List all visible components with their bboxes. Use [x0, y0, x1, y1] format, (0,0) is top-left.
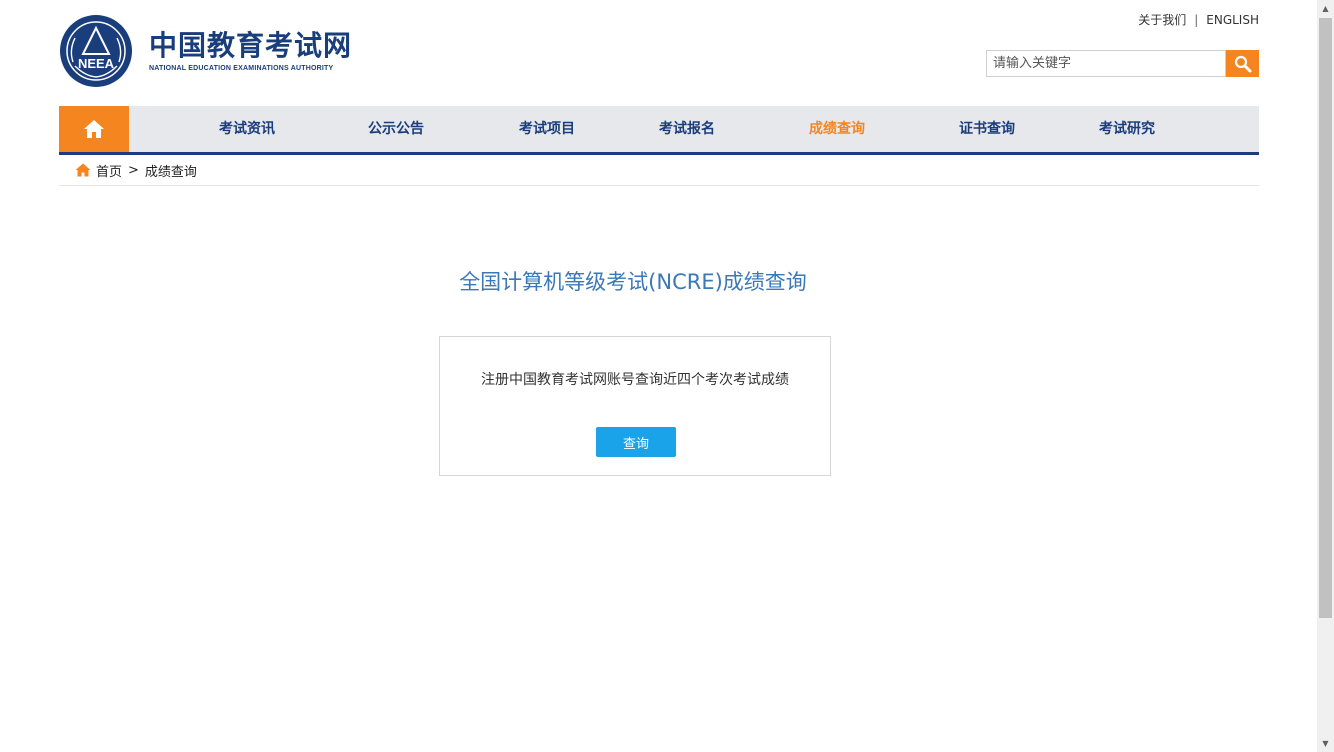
- search-input[interactable]: [986, 50, 1227, 77]
- vertical-scrollbar[interactable]: ▲ ▼: [1317, 0, 1334, 752]
- breadcrumb: 首页 > 成绩查询: [59, 155, 1259, 186]
- nav-item-exam-news[interactable]: 考试资讯: [219, 106, 275, 152]
- link-separator: |: [1194, 12, 1199, 27]
- nav-item-registration[interactable]: 考试报名: [659, 106, 715, 152]
- top-links: 关于我们 | ENGLISH: [1138, 11, 1259, 28]
- neea-emblem-icon: NEEA: [60, 15, 132, 87]
- site-logo[interactable]: NEEA 中国教育考试网 NATIONAL EDUCATION EXAMINAT…: [59, 14, 352, 88]
- nav-item-announcements[interactable]: 公示公告: [368, 106, 424, 152]
- about-us-link[interactable]: 关于我们: [1138, 11, 1186, 28]
- nav-item-exam-research[interactable]: 考试研究: [1099, 106, 1155, 152]
- home-icon: [84, 120, 104, 138]
- scroll-up-arrow-icon[interactable]: ▲: [1317, 0, 1334, 17]
- scroll-down-arrow-icon[interactable]: ▼: [1317, 735, 1334, 752]
- english-link[interactable]: ENGLISH: [1206, 13, 1259, 27]
- page-title: 全国计算机等级考试(NCRE)成绩查询: [459, 270, 807, 294]
- search-bar: [986, 50, 1259, 77]
- logo-title: 中国教育考试网: [149, 29, 353, 62]
- logo-subtitle: NATIONAL EDUCATION EXAMINATIONS AUTHORIT…: [149, 65, 334, 72]
- nav-item-certificate-query[interactable]: 证书查询: [959, 106, 1015, 152]
- nav-home-button[interactable]: [59, 106, 129, 152]
- breadcrumb-current: 成绩查询: [144, 164, 197, 180]
- breadcrumb-home-link[interactable]: 首页: [96, 161, 122, 180]
- emblem-text: NEEA: [78, 56, 115, 71]
- query-button[interactable]: 查询: [596, 427, 676, 457]
- breadcrumb-home-icon: [75, 163, 91, 177]
- nav-item-exam-projects[interactable]: 考试项目: [519, 106, 575, 152]
- query-description: 注册中国教育考试网账号查询近四个考次考试成绩: [481, 372, 789, 388]
- search-icon: [1234, 55, 1252, 72]
- nav-item-score-query[interactable]: 成绩查询: [809, 106, 865, 152]
- query-card: 注册中国教育考试网账号查询近四个考次考试成绩 查询: [439, 336, 831, 476]
- breadcrumb-separator: >: [128, 162, 139, 178]
- page: NEEA 中国教育考试网 NATIONAL EDUCATION EXAMINAT…: [59, 0, 1259, 752]
- main-nav: 考试资讯 公示公告 考试项目 考试报名 成绩查询 证书查询 考试研究: [59, 106, 1259, 155]
- search-button[interactable]: [1226, 50, 1259, 77]
- scroll-thumb[interactable]: [1319, 18, 1332, 618]
